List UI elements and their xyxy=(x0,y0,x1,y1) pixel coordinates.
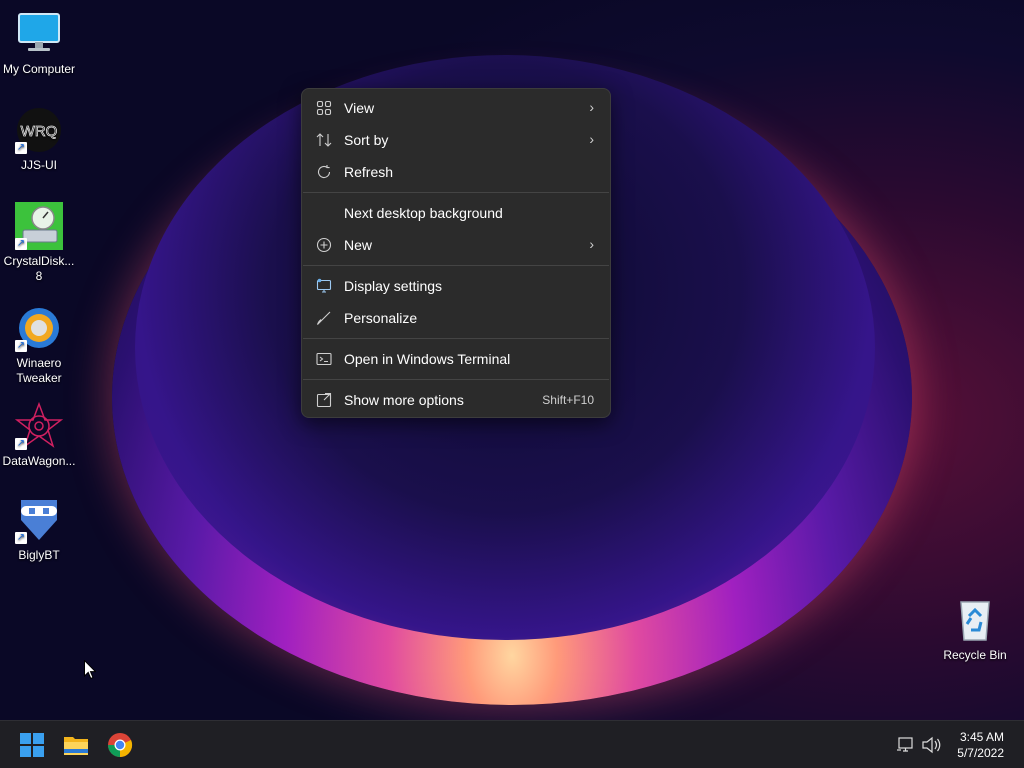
shortcut-arrow-icon: ↗ xyxy=(15,340,27,352)
monitor-icon xyxy=(15,10,63,58)
menu-item-new[interactable]: New › xyxy=(306,230,606,260)
more-options-icon xyxy=(316,392,332,408)
disk-icon: ↗ xyxy=(15,202,63,250)
desktop-icon-label: JJS-UI xyxy=(21,158,57,172)
menu-item-view[interactable]: View › xyxy=(306,93,606,123)
app-icon: WRQ ↗ xyxy=(15,106,63,154)
desktop-icon-winaero-tweaker[interactable]: ↗ Winaero Tweaker xyxy=(0,304,78,386)
display-icon xyxy=(316,278,332,294)
menu-item-label: Next desktop background xyxy=(344,205,503,221)
clock-date: 5/7/2022 xyxy=(957,746,1004,760)
menu-item-label: View xyxy=(344,100,375,116)
menu-item-label: Sort by xyxy=(344,132,389,148)
mouse-cursor-icon xyxy=(84,659,97,685)
shortcut-arrow-icon: ↗ xyxy=(15,438,27,450)
chrome-icon xyxy=(108,733,133,758)
network-icon xyxy=(897,737,913,752)
shortcut-arrow-icon: ↗ xyxy=(15,532,27,544)
tray-network[interactable] xyxy=(896,721,916,768)
menu-item-open-terminal[interactable]: Open in Windows Terminal xyxy=(306,344,606,374)
menu-item-next-background[interactable]: Next desktop background xyxy=(306,198,606,228)
menu-item-label: Refresh xyxy=(344,164,394,180)
taskbar-clock[interactable]: 3:45 AM 5/7/2022 xyxy=(957,729,1004,761)
menu-separator xyxy=(303,338,609,339)
start-button[interactable] xyxy=(16,729,48,761)
file-explorer-button[interactable] xyxy=(60,729,92,761)
menu-item-label: Personalize xyxy=(344,310,418,326)
menu-item-show-more-options[interactable]: Show more options Shift+F10 xyxy=(306,385,606,415)
sort-icon xyxy=(316,132,332,148)
brush-icon xyxy=(316,310,332,326)
desktop-icon-crystaldisk[interactable]: ↗ CrystalDisk... 8 xyxy=(0,202,78,284)
desktop-icon-jjs-ui[interactable]: WRQ ↗ JJS-UI xyxy=(0,106,78,173)
desktop-icon-label: CrystalDisk... xyxy=(3,254,75,268)
plus-circle-icon xyxy=(316,237,332,253)
menu-separator xyxy=(303,192,609,193)
refresh-icon xyxy=(316,164,332,180)
menu-item-refresh[interactable]: Refresh xyxy=(306,157,606,187)
winaero-icon: ↗ xyxy=(15,304,63,352)
desktop-icon-label-line2: 8 xyxy=(35,269,43,283)
tray-volume[interactable] xyxy=(920,721,942,768)
menu-separator xyxy=(303,265,609,266)
menu-item-label: Show more options xyxy=(344,392,464,408)
desktop-icon-biglybt[interactable]: ↗ BiglyBT xyxy=(0,496,78,563)
menu-item-label: New xyxy=(344,237,373,253)
taskbar: 3:45 AM 5/7/2022 xyxy=(0,720,1024,768)
grid-icon xyxy=(316,100,332,116)
start-icon xyxy=(20,733,44,757)
desktop-icon-label-line2: Tweaker xyxy=(16,371,62,385)
datawagon-icon: ↗ xyxy=(14,401,64,450)
volume-icon xyxy=(922,736,941,754)
desktop-icon-label: My Computer xyxy=(2,62,76,76)
desktop-icon-my-computer[interactable]: My Computer xyxy=(0,10,78,77)
desktop-icon-label: Winaero xyxy=(16,356,62,370)
desktop-icon-recycle-bin[interactable]: Recycle Bin xyxy=(936,596,1014,663)
desktop-icon-label: Recycle Bin xyxy=(943,648,1007,662)
shortcut-arrow-icon: ↗ xyxy=(15,142,27,154)
desktop-icon-label: DataWagon... xyxy=(2,454,76,468)
file-explorer-icon xyxy=(64,737,88,755)
menu-item-label: Open in Windows Terminal xyxy=(344,351,511,367)
menu-separator xyxy=(303,379,609,380)
chrome-button[interactable] xyxy=(104,729,136,761)
shortcut-key-label: Shift+F10 xyxy=(542,393,594,407)
desktop-context-menu: View › Sort by › Refresh Next desktop ba… xyxy=(301,88,611,418)
terminal-icon xyxy=(316,351,332,367)
clock-time: 3:45 AM xyxy=(959,730,1004,744)
jjs-logo-text: WRQ xyxy=(21,123,58,140)
desktop-icon-label: BiglyBT xyxy=(18,548,60,562)
biglybt-icon: ↗ xyxy=(15,496,63,544)
chevron-right-icon: › xyxy=(589,99,594,115)
chevron-right-icon: › xyxy=(589,236,594,252)
desktop-icon-datawagon[interactable]: ↗ DataWagon... xyxy=(0,401,78,469)
menu-item-sort-by[interactable]: Sort by › xyxy=(306,125,606,155)
recycle-bin-icon xyxy=(951,596,999,644)
menu-item-display-settings[interactable]: Display settings xyxy=(306,271,606,301)
menu-item-label: Display settings xyxy=(344,278,443,294)
chevron-right-icon: › xyxy=(589,131,594,147)
shortcut-arrow-icon: ↗ xyxy=(15,238,27,250)
menu-item-personalize[interactable]: Personalize xyxy=(306,303,606,333)
